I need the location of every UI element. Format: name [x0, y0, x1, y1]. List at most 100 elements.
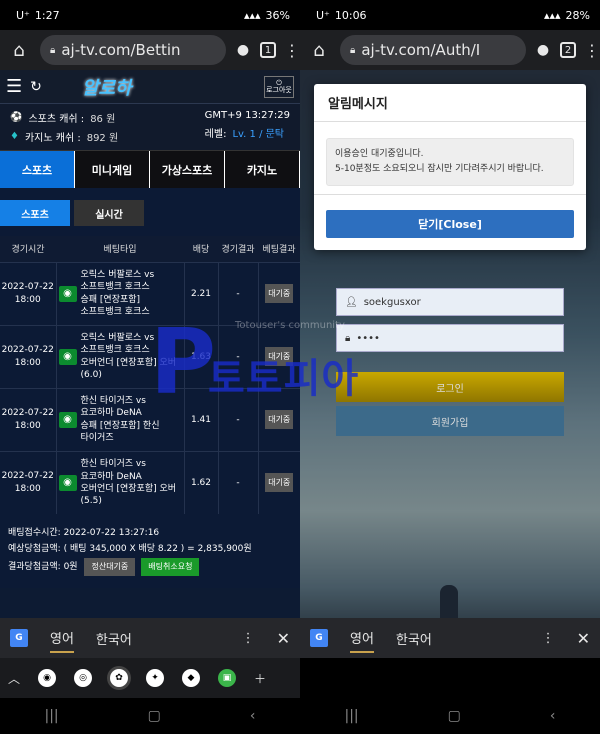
overflow-menu-icon[interactable]: ⋮: [284, 41, 300, 60]
lang-english-tab[interactable]: 영어: [350, 624, 374, 653]
refresh-icon[interactable]: ↻: [30, 79, 42, 95]
level-label: 레벨:: [204, 129, 227, 140]
tab-count-button[interactable]: 2: [560, 42, 576, 58]
tab-count-button[interactable]: 1: [260, 42, 276, 58]
match-datetime: 2022-07-22 18:00: [0, 387, 56, 451]
close-icon[interactable]: ✕: [277, 629, 290, 648]
overflow-menu-icon[interactable]: ⋮: [584, 41, 600, 60]
app-icon[interactable]: ▣: [218, 669, 237, 687]
subtab-sports[interactable]: 스포츠: [0, 200, 70, 226]
signup-button[interactable]: 회원가입: [336, 406, 564, 436]
lock-icon: 🔒︎: [350, 44, 356, 56]
google-translate-icon: G: [310, 629, 328, 647]
battery-level: 36%: [265, 8, 290, 22]
app-shortcut-row: ︿ ◉ ◎ ✿ ✦ ◆ ▣ ＋: [0, 658, 300, 698]
home-icon[interactable]: ⌂: [6, 40, 32, 61]
mic-icon[interactable]: ●: [534, 42, 552, 58]
address-bar[interactable]: 🔒︎ aj-tv.com/Auth/I: [340, 35, 526, 65]
password-field[interactable]: 🔒︎ ••••: [336, 324, 564, 352]
bet-type-cell: ◉ 한신 타이거즈 vs 요코하마 DeNA 오버언더 [연장포함] 오버 (5.5): [55, 450, 184, 514]
sports-cash-icon: ⚽: [10, 112, 23, 123]
translate-menu-icon[interactable]: ⋮: [242, 631, 255, 646]
login-button[interactable]: 로그인: [336, 372, 564, 402]
cancel-bet-button[interactable]: 배팅취소요청: [141, 557, 200, 576]
clock: 1:27: [34, 8, 60, 22]
eye-icon[interactable]: ◉: [58, 348, 77, 365]
col-match-time: 경기시간: [0, 236, 56, 262]
app-icon[interactable]: ◎: [74, 669, 93, 687]
site-logo[interactable]: 알로하: [82, 74, 132, 100]
eye-icon[interactable]: ◉: [58, 285, 77, 302]
mic-icon[interactable]: ●: [234, 42, 252, 58]
col-odds: 배당: [184, 236, 218, 262]
chevron-up-icon[interactable]: ︿: [8, 670, 20, 687]
app-icon[interactable]: ✿: [110, 669, 129, 687]
right-phone: U⁺ 10:06 ▴▴▴ 28% ⌂ 🔒︎ aj-tv.com/Auth/I ●…: [300, 0, 600, 734]
odds-value: 2.21: [183, 261, 218, 325]
table-row: 2022-07-22 18:00 ◉ 한신 타이거즈 vs 요코하마 DeNA 오버언더…: [0, 450, 300, 514]
back-icon[interactable]: ‹: [550, 708, 556, 724]
lang-korean-tab[interactable]: 한국어: [396, 629, 432, 648]
match-datetime: 2022-07-22 18:00: [0, 450, 56, 514]
bet-status-cell: 대기중: [257, 450, 300, 514]
left-phone: U⁺ 1:27 ▴▴▴ 36% ⌂ 🔒︎ aj-tv.com/Bettin ● …: [0, 0, 300, 734]
settle-pending-button[interactable]: 정산대기중: [84, 557, 136, 576]
match-datetime: 2022-07-22 18:00: [0, 324, 56, 388]
battery-level: 28%: [565, 8, 590, 22]
server-time: GMT+9 13:27:29: [204, 110, 290, 121]
eye-icon[interactable]: ◉: [58, 411, 77, 428]
translate-menu-icon[interactable]: ⋮: [542, 631, 555, 646]
lock-icon: 🔒︎: [345, 332, 351, 344]
casino-cash-value: 892 원: [86, 133, 119, 144]
category-tabs: 스포츠 미니게임 가상스포츠 카지노: [0, 150, 300, 188]
match-result: -: [217, 450, 258, 514]
sub-tabs: 스포츠 실시간: [0, 188, 300, 236]
pending-badge: 대기중: [265, 473, 294, 493]
tab-virtual-sports[interactable]: 가상스포츠: [150, 151, 225, 188]
logout-button[interactable]: ⏻ 로그아웃: [264, 75, 294, 98]
tab-sports[interactable]: 스포츠: [0, 151, 75, 188]
close-button[interactable]: 닫기[Close]: [326, 210, 574, 238]
back-icon[interactable]: ‹: [250, 708, 256, 724]
hamburger-menu-icon[interactable]: ☰: [6, 76, 22, 97]
browser-toolbar: ⌂ 🔒︎ aj-tv.com/Auth/I ● 2 ⋮: [300, 30, 600, 70]
home-nav-icon[interactable]: ▢: [448, 708, 461, 724]
modal-message: 이용승인 대기중입니다. 5-10분정도 소요되오니 잠시만 기다려주시기 바랍…: [326, 138, 574, 186]
subtab-live[interactable]: 실시간: [74, 200, 144, 226]
home-icon[interactable]: ⌂: [306, 40, 332, 61]
password-value: ••••: [356, 332, 380, 344]
pending-badge: 대기중: [265, 284, 294, 303]
match-result: -: [217, 261, 258, 325]
eye-icon[interactable]: ◉: [58, 474, 77, 491]
lang-korean-tab[interactable]: 한국어: [96, 629, 132, 648]
sports-cash-label: 스포츠 캐쉬 :: [28, 114, 85, 125]
system-nav-bar: ||| ▢ ‹: [0, 698, 300, 734]
system-nav-bar: ||| ▢ ‹: [300, 698, 600, 734]
bet-line: 한신 타이거즈 vs: [80, 459, 146, 470]
username-field[interactable]: 👤︎ soekgusxor: [336, 288, 564, 316]
home-nav-icon[interactable]: ▢: [148, 708, 161, 724]
table-row: 2022-07-22 18:00 ◉ 오릭스 버팔로스 vs 소프트뱅크 호크스 승패 …: [0, 261, 300, 325]
app-icon[interactable]: ◉: [38, 669, 57, 687]
bet-line: 승패 [연장포함]: [80, 294, 141, 305]
lang-english-tab[interactable]: 영어: [50, 624, 74, 653]
lock-icon: 🔒︎: [50, 44, 56, 56]
plus-icon[interactable]: ＋: [254, 670, 266, 687]
tab-casino[interactable]: 카지노: [225, 151, 300, 188]
bet-line: 오버언더 [연장포함] 오버: [80, 483, 177, 494]
bet-line: 타이거즈: [80, 432, 114, 443]
bet-line: 요코하마 DeNA: [80, 408, 142, 419]
bet-summary: 배팅접수시간: 2022-07-22 13:27:16 예상당첨금액: ( 배팅…: [0, 514, 300, 588]
app-icon[interactable]: ✦: [146, 669, 165, 687]
close-icon[interactable]: ✕: [577, 629, 590, 648]
recent-apps-icon[interactable]: |||: [45, 708, 59, 724]
bet-type-cell: ◉ 한신 타이거즈 vs 요코하마 DeNA 승패 [연장포함] 한신 타이거즈: [55, 387, 184, 451]
account-info: ⚽ 스포츠 캐쉬 : 86 원 ♦ 카지노 캐쉬 : 892 원 GMT+9 13:27…: [0, 104, 300, 150]
recent-apps-icon[interactable]: |||: [345, 708, 359, 724]
bet-type-cell: ◉ 오릭스 버팔로스 vs 소프트뱅크 호크스 승패 [연장포함] 소프트뱅크 호크스: [55, 261, 184, 325]
address-bar[interactable]: 🔒︎ aj-tv.com/Bettin: [40, 35, 226, 65]
betting-site: ☰ ↻ 알로하 ⏻ 로그아웃 ⚽ 스포츠 캐쉬 : 86 원 ♦ 카지노 캐쉬 : 89…: [0, 70, 300, 618]
translate-bar: G 영어 한국어 ⋮ ✕: [0, 618, 300, 658]
tab-minigame[interactable]: 미니게임: [75, 151, 150, 188]
app-icon[interactable]: ◆: [182, 669, 201, 687]
